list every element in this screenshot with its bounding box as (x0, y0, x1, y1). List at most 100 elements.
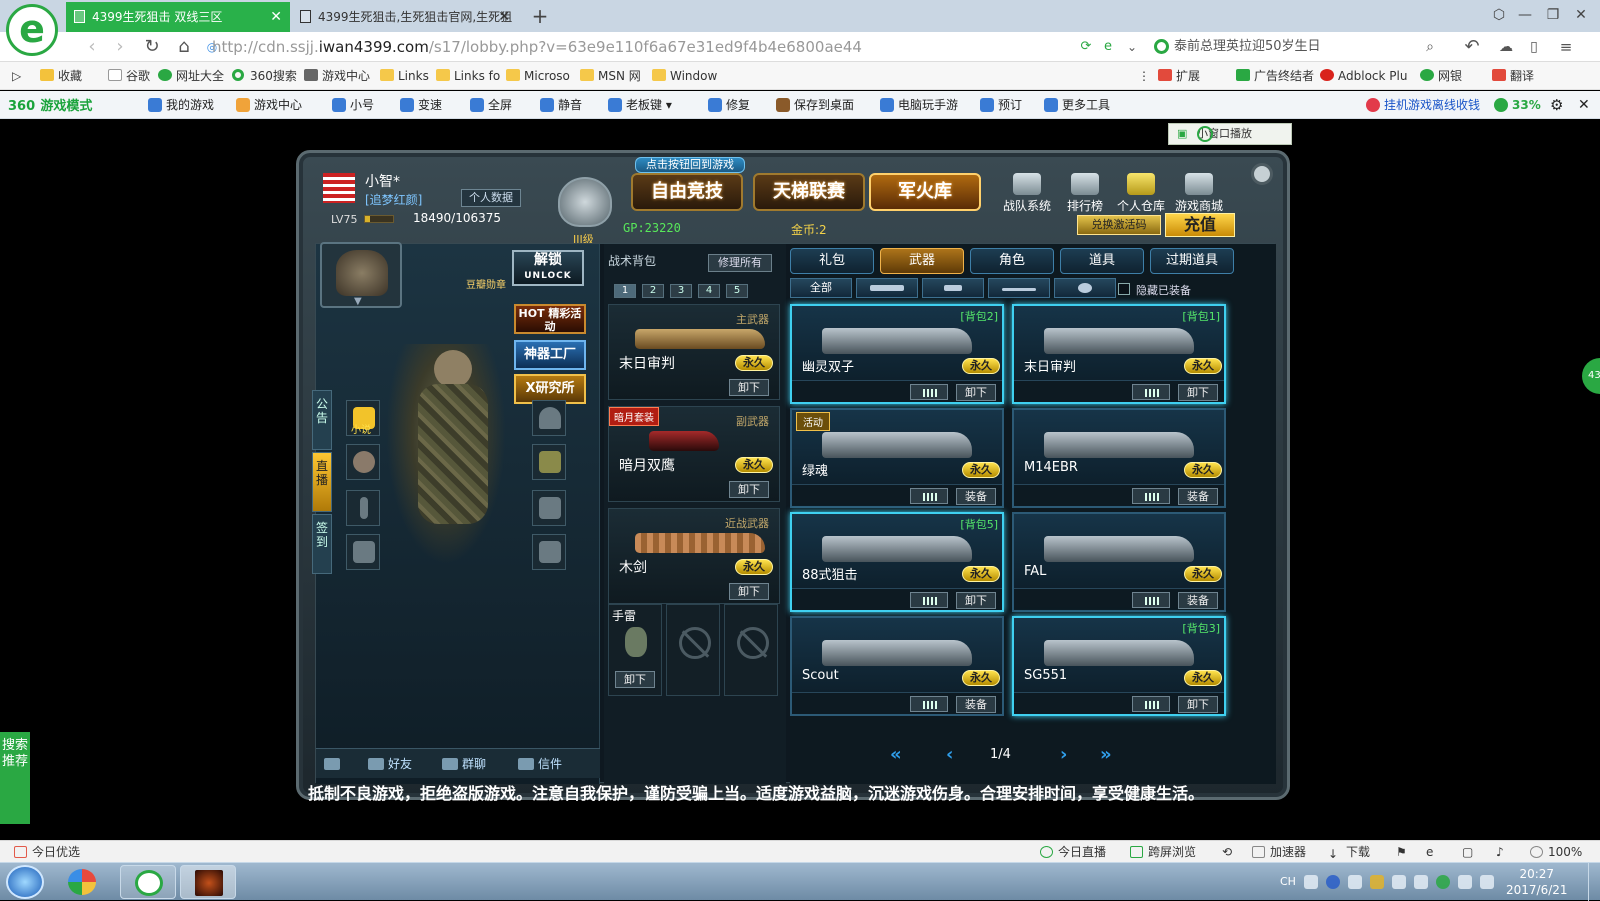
weapon-card[interactable]: Scout 永久 装备 (790, 616, 1004, 716)
return-to-game-hint[interactable]: 点击按钮回到游戏 (635, 157, 745, 173)
home-icon[interactable]: ⌂ (172, 35, 196, 59)
taskbar-360-browser[interactable] (54, 865, 110, 899)
filter-rifle[interactable] (856, 278, 918, 298)
tab-announcement[interactable]: 公告 (312, 390, 332, 450)
chevron-up-icon[interactable] (1348, 875, 1362, 889)
unlock-button[interactable]: 解锁 UNLOCK (512, 250, 584, 286)
weapon-card[interactable]: [背包5] 88式狙击 永久 卸下 (790, 512, 1004, 612)
next-page-icon[interactable]: › (1060, 744, 1067, 765)
offline-earn-link[interactable]: 挂机游戏离线收钱 (1366, 97, 1480, 113)
bag-tab-4[interactable]: 4 (698, 284, 720, 298)
show-desktop-button[interactable] (1588, 863, 1600, 901)
stats-button[interactable] (1132, 696, 1170, 712)
filter-all[interactable]: 全部 (790, 278, 852, 298)
tab-characters[interactable]: 角色 (970, 248, 1054, 274)
cloud-icon[interactable]: ☁ (1494, 35, 1518, 59)
ad-killer-button[interactable]: 广告终结者 (1236, 68, 1314, 84)
browser-logo[interactable]: e (6, 4, 58, 56)
bag-tab-1[interactable]: 1 (614, 284, 636, 298)
menu-icon[interactable]: ≡ (1554, 35, 1578, 59)
unequip-button[interactable]: 卸下 (1178, 384, 1218, 401)
mobile-games-button[interactable]: 电脑玩手游 (880, 97, 958, 113)
equip-button[interactable]: 装备 (956, 488, 996, 505)
translate-button[interactable]: 翻译 (1492, 68, 1534, 84)
unequip-button[interactable]: 卸下 (729, 379, 769, 396)
stats-button[interactable] (910, 592, 948, 608)
daily-picks-button[interactable]: 今日优选 (14, 844, 80, 860)
stats-button[interactable] (1132, 384, 1170, 400)
hide-equipped-checkbox[interactable]: 隐藏已装备 (1118, 282, 1191, 298)
window-icon[interactable]: ▢ (1462, 844, 1473, 860)
network-icon[interactable] (1458, 875, 1472, 889)
gear-icon[interactable]: ⚙ (1550, 97, 1563, 113)
player-clan[interactable]: [追梦红颜] (365, 191, 422, 208)
unequip-button[interactable]: 卸下 (729, 583, 769, 600)
phone-icon[interactable]: ▯ (1522, 35, 1546, 59)
weapon-card[interactable]: FAL 永久 装备 (1012, 512, 1226, 612)
360-guard-icon[interactable] (1436, 875, 1450, 889)
primary-weapon-slot[interactable]: 主武器 末日审判 永久 卸下 (608, 304, 780, 400)
search-icon[interactable]: ⌕ (1418, 35, 1442, 59)
search-input[interactable]: 泰前总理英拉迎50岁生日 (1152, 36, 1437, 58)
tab-official-site[interactable]: 4399生死狙击,生死狙击官网,生死狙 ✕ (292, 2, 518, 32)
undo-icon[interactable]: ↶ (1460, 35, 1484, 59)
start-button[interactable] (6, 865, 44, 899)
taskbar-ie-browser[interactable] (120, 865, 176, 899)
forward-icon[interactable]: › (108, 35, 132, 59)
keyboard-icon[interactable] (1304, 875, 1318, 889)
helmet-slot[interactable] (532, 400, 566, 436)
sync-icon[interactable]: ⟲ (1222, 844, 1232, 860)
tab-free-battle[interactable]: 自由竞技 (631, 173, 743, 211)
prev-page-icon[interactable]: ‹ (946, 744, 953, 765)
volume-icon[interactable] (1480, 875, 1494, 889)
first-page-icon[interactable]: « (890, 744, 902, 765)
grenade-slot[interactable]: 手雷 卸下 (608, 604, 662, 696)
stats-button[interactable] (910, 384, 948, 400)
url-input[interactable]: http://cdn.ssjj.iwan4399.com/s17/lobby.p… (212, 36, 1092, 58)
bookmark-game-center[interactable]: 游戏中心 (304, 68, 370, 84)
close-icon[interactable]: ✕ (1578, 97, 1590, 113)
unequip-button[interactable]: 卸下 (1178, 696, 1218, 713)
tab-game[interactable]: 4399生死狙击 双线三区 ✕ (66, 2, 290, 32)
more-tools-button[interactable]: 更多工具 (1044, 97, 1110, 113)
unequip-button[interactable]: 卸下 (956, 384, 996, 401)
extensions-button[interactable]: 扩展 (1158, 68, 1200, 84)
repair-button[interactable]: 修复 (708, 97, 750, 113)
more-icon[interactable]: ⋮ (1138, 68, 1150, 84)
boss-key-button[interactable]: 老板键 ▾ (608, 97, 672, 113)
close-window-icon[interactable]: ✕ (1568, 4, 1594, 28)
display-icon[interactable] (1392, 875, 1406, 889)
adblock-button[interactable]: Adblock Plu (1320, 68, 1407, 84)
tab-expired-items[interactable]: 过期道具 (1150, 248, 1234, 274)
medal-button[interactable]: 豆瓣勋章 (464, 254, 508, 291)
stats-button[interactable] (910, 488, 948, 504)
back-icon[interactable]: ‹ (80, 35, 104, 59)
mail-button[interactable]: 信件 (516, 755, 562, 773)
live-today-button[interactable]: 今日直播 (1040, 844, 1106, 860)
bookmark-microsoft[interactable]: Microso (506, 68, 570, 84)
equip-button[interactable]: 装备 (1178, 488, 1218, 505)
avatar[interactable]: ▼ (320, 242, 402, 308)
weapon-card[interactable]: [背包3] SG551 永久 卸下 (1012, 616, 1226, 716)
zoom-button[interactable]: 100% (1530, 844, 1582, 860)
personal-warehouse-button[interactable]: 个人仓库 (1111, 171, 1171, 215)
bag-tab-3[interactable]: 3 (670, 284, 692, 298)
hot-events-button[interactable]: HOT 精彩活动 (514, 304, 586, 334)
repair-all-button[interactable]: 修理所有 (708, 254, 772, 272)
bookmark-links-for[interactable]: Links fo (436, 68, 500, 84)
volume-icon[interactable]: ♪ (1496, 844, 1504, 860)
unequip-button[interactable]: 卸下 (729, 481, 769, 498)
chevron-down-icon[interactable]: ▼ (354, 296, 362, 307)
bookmark-links[interactable]: Links (380, 68, 429, 84)
tab-gift-packs[interactable]: 礼包 (790, 248, 874, 274)
speedup-ball[interactable]: 33% (1494, 97, 1541, 113)
game-store-button[interactable]: 游戏商城 (1169, 171, 1229, 215)
filter-pistol[interactable] (922, 278, 984, 298)
settings-gear-icon[interactable] (1251, 163, 1273, 185)
refresh-icon[interactable]: ↻ (140, 35, 164, 59)
minimize-icon[interactable]: — (1512, 4, 1538, 28)
alt-account-button[interactable]: 小号 (332, 97, 374, 113)
tab-live[interactable]: 直播 (312, 452, 332, 512)
stats-button[interactable] (1132, 592, 1170, 608)
new-tab-button[interactable]: + (528, 2, 552, 32)
